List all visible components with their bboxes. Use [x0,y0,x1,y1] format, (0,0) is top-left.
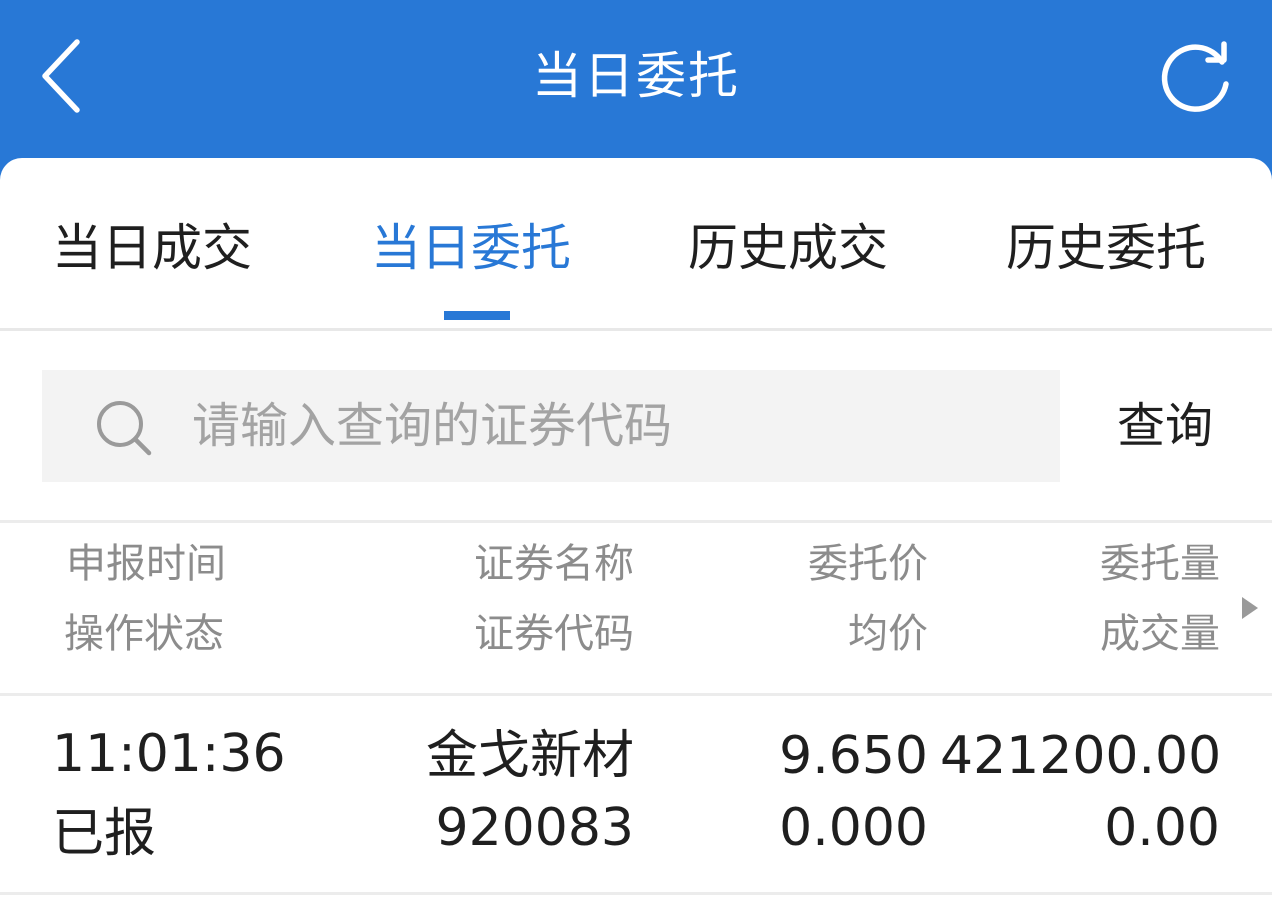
header-avg-price: 均价 [848,611,928,657]
tab-bar: 当日成交 当日委托 历史成交 历史委托 [0,158,1272,331]
page-title: 当日委托 [532,47,740,105]
search-input[interactable] [192,386,1032,466]
header-security-name: 证券名称 [474,541,634,587]
header-order-price: 委托价 [808,541,928,587]
security-name: 金戈新材 [425,726,634,786]
table-row[interactable]: 11:01:36 已报 金戈新材 920083 9.650 0.000 4212… [0,696,1272,895]
order-time: 11:01:36 [52,724,286,784]
header-order-qty: 委托量 [1100,541,1220,587]
header-time: 申报时间 [66,541,226,587]
search-box[interactable] [42,370,1060,482]
tab-today-trades[interactable]: 当日成交 [52,208,252,288]
security-code: 920083 [435,798,634,858]
filled-quantity: 0.00 [1104,798,1220,858]
tab-history-trades[interactable]: 历史成交 [688,208,888,288]
app-bar: 当日委托 [0,0,1272,180]
query-button[interactable]: 查询 [1100,386,1230,466]
table-header: 申报时间 操作状态 证券名称 证券代码 委托价 均价 委托量 成交量 [0,523,1272,696]
active-tab-indicator [444,311,510,320]
order-quantity: 421200.00 [940,726,1222,786]
header-security-code: 证券代码 [474,611,634,657]
tab-history-orders[interactable]: 历史委托 [1006,208,1206,288]
search-icon [97,401,152,456]
refresh-button[interactable] [1150,34,1242,118]
header-status: 操作状态 [64,611,224,657]
order-status: 已报 [52,804,157,864]
content-card: 当日成交 当日委托 历史成交 历史委托 查询 申报时间 操作状态 证券名称 证券… [0,158,1272,903]
header-filled-qty: 成交量 [1100,611,1220,657]
triangle-right-icon[interactable] [1238,593,1262,623]
order-price: 9.650 [779,726,928,786]
tab-today-orders[interactable]: 当日委托 [371,208,571,288]
avg-price: 0.000 [779,798,928,858]
refresh-icon [1161,41,1229,112]
